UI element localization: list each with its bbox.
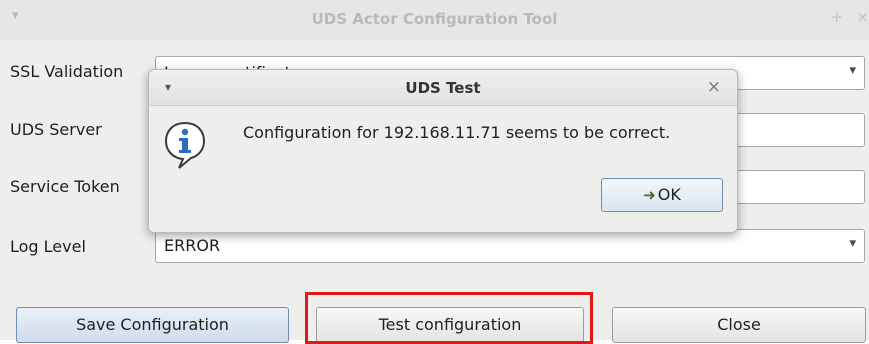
save-configuration-button[interactable]: Save Configuration [16,307,289,343]
uds-test-dialog: ▾ UDS Test × Configuration for 192.168.1… [148,69,738,233]
dialog-message: Configuration for 192.168.11.71 seems to… [243,123,671,142]
chevron-down-icon: ▾ [849,63,856,78]
chevron-down-icon: ▾ [849,236,856,251]
service-token-label: Service Token [10,177,120,196]
close-button[interactable]: Close [612,307,866,343]
dialog-close-icon[interactable]: × [707,77,721,97]
ssl-validation-label: SSL Validation [10,62,124,81]
dialog-titlebar: ▾ UDS Test × [149,70,737,106]
ok-label: OK [657,185,681,204]
window-close-icon[interactable]: × [856,8,869,26]
highlight-annotation [305,292,593,344]
uds-server-label: UDS Server [10,120,102,139]
dialog-title: UDS Test [405,79,481,97]
log-level-value: ERROR [164,236,221,255]
log-level-label: Log Level [10,237,86,256]
ok-button[interactable]: ➜ OK [601,178,723,212]
info-icon [164,121,206,169]
log-level-combo[interactable]: ERROR ▾ [155,229,865,263]
pin-icon[interactable]: + [830,8,843,26]
ok-arrow-icon: ➜ [643,186,656,204]
main-titlebar: ▾ UDS Actor Configuration Tool + × [0,0,869,40]
window-title: UDS Actor Configuration Tool [311,10,558,28]
